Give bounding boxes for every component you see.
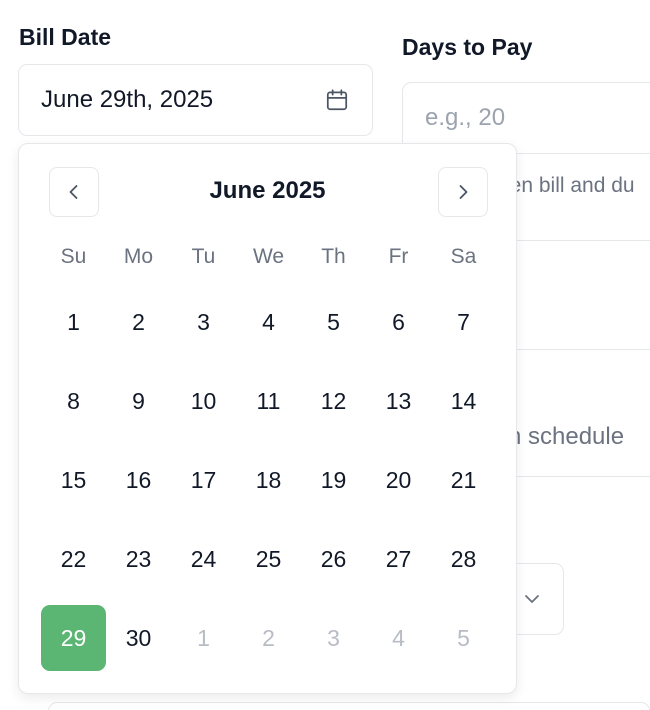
calendar-day[interactable]: 20 [366,447,431,513]
calendar-day[interactable]: 26 [301,526,366,592]
next-month-button[interactable] [438,167,488,217]
calendar-day-grid: 1 2 3 4 5 6 7 8 9 10 11 12 13 14 15 16 17 18 19 20 21 22 23 24 2… [41,289,496,684]
days-to-pay-label: Days to Pay [402,34,533,60]
calendar-day[interactable]: 7 [431,289,496,355]
calendar-day[interactable]: 12 [301,368,366,434]
calendar-day-outside-month[interactable]: 5 [431,605,496,671]
calendar-day[interactable]: 13 [366,368,431,434]
calendar-day[interactable]: 10 [171,368,236,434]
weekday-header-row: Su Mo Tu We Th Fr Sa [41,242,496,272]
calendar-day[interactable]: 4 [236,289,301,355]
bill-date-picker-trigger[interactable]: June 29th, 2025 [18,64,373,136]
schedule-text: n schedule [508,423,625,450]
days-to-pay-help-text: een bill and du [498,174,635,197]
chevron-right-icon [459,185,468,199]
weekday-label: Tu [191,245,216,268]
calendar-day[interactable]: 9 [106,368,171,434]
weekday-label: Th [321,245,346,268]
divider [500,476,650,477]
weekday-label: Sa [450,245,477,268]
calendar-day[interactable]: 11 [236,368,301,434]
calendar-day[interactable]: 1 [41,289,106,355]
calendar-day[interactable]: 30 [106,605,171,671]
calendar-day-outside-month[interactable]: 1 [171,605,236,671]
calendar-day[interactable]: 15 [41,447,106,513]
bill-date-value: June 29th, 2025 [41,86,214,113]
calendar-day[interactable]: 2 [106,289,171,355]
calendar-day[interactable]: 3 [171,289,236,355]
next-field[interactable] [48,702,650,710]
calendar-day[interactable]: 6 [366,289,431,355]
calendar-day[interactable]: 24 [171,526,236,592]
bill-date-label: Bill Date [19,24,112,50]
calendar-day-outside-month[interactable]: 3 [301,605,366,671]
weekday-label: Mo [123,245,154,268]
calendar-day-selected[interactable]: 29 [41,605,106,671]
calendar-day-outside-month[interactable]: 4 [366,605,431,671]
weekday-label: Fr [388,245,409,268]
calendar-day[interactable]: 18 [236,447,301,513]
calendar-day[interactable]: 25 [236,526,301,592]
calendar-day[interactable]: 16 [106,447,171,513]
days-to-pay-input[interactable] [425,104,650,132]
date-picker-popover: June 2025 Su Mo Tu We Th Fr Sa 123456789… [18,143,517,694]
calendar-icon [326,89,348,111]
bill-form: Days to Pay een bill and du n schedule B… [0,0,650,710]
calendar-day[interactable]: 19 [301,447,366,513]
calendar-day[interactable]: 22 [41,526,106,592]
calendar-day[interactable]: 28 [431,526,496,592]
calendar-day[interactable]: 14 [431,368,496,434]
divider [500,349,650,350]
calendar-day[interactable]: 21 [431,447,496,513]
divider [500,240,650,241]
weekday-label: Su [60,245,87,268]
calendar-day[interactable]: 27 [366,526,431,592]
calendar-day[interactable]: 5 [301,289,366,355]
calendar-day[interactable]: 17 [171,447,236,513]
chevron-down-icon [524,595,539,603]
calendar-day[interactable]: 23 [106,526,171,592]
weekday-label: We [252,245,285,268]
calendar-day[interactable]: 8 [41,368,106,434]
calendar-day-outside-month[interactable]: 2 [236,605,301,671]
